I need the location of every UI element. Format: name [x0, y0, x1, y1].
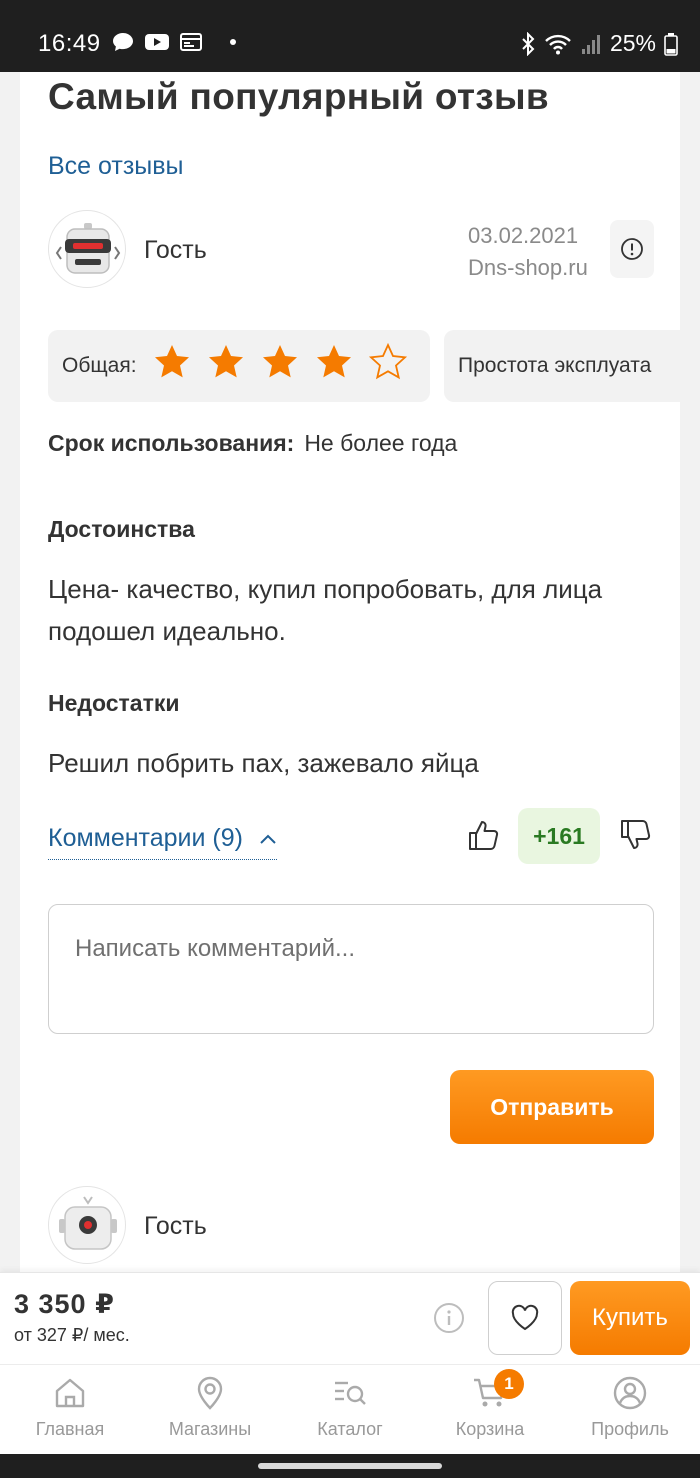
calendar-icon [180, 33, 202, 51]
signal-icon [581, 34, 600, 54]
comment-author-name[interactable]: Гость [144, 1212, 207, 1241]
comments-toggle[interactable]: Комментарии (9) [48, 824, 277, 860]
chevron-up-icon [260, 834, 276, 844]
pros-text: Цена- качество, купил попробовать, для л… [48, 574, 603, 646]
nav-cart[interactable]: 1 Корзина [420, 1365, 560, 1454]
avatar [48, 210, 126, 288]
review-date: 03.02.2021 [468, 223, 579, 248]
report-button[interactable] [610, 220, 654, 278]
nav-stores-label: Магазины [168, 1419, 252, 1439]
nav-cart-label: Корзина [455, 1419, 525, 1439]
heart-icon [511, 1304, 539, 1331]
nav-profile[interactable]: Профиль [560, 1365, 700, 1454]
vote-count: +161 [518, 808, 600, 864]
bottom-nav: Главная Магазины Каталог 1 Корзина Профи… [0, 1364, 700, 1454]
bluetooth-icon [522, 31, 535, 56]
usage-value: Не более года [304, 430, 458, 456]
purchase-bar: 3 350 ₽ от 327 ₽/ мес. Купить [0, 1272, 700, 1364]
nav-home[interactable]: Главная [0, 1365, 140, 1454]
ease-of-use-label: Простота эксплуата [458, 354, 652, 377]
home-icon [55, 1378, 85, 1408]
star-filled-icon [317, 345, 351, 378]
robot-avatar-icon [55, 223, 121, 274]
info-icon[interactable] [432, 1301, 466, 1335]
battery-icon [664, 32, 678, 56]
star-filled-icon [155, 345, 189, 378]
map-pin-icon [197, 1376, 223, 1410]
nav-stores[interactable]: Магазины [140, 1365, 280, 1454]
chat-icon [113, 33, 133, 51]
comment-avatar [48, 1186, 126, 1264]
star-filled-icon [209, 345, 243, 378]
product-price: 3 350 ₽ [14, 1289, 115, 1319]
notification-dot [230, 39, 236, 45]
wishlist-button[interactable] [488, 1281, 562, 1355]
pros-title: Достоинства [48, 516, 195, 542]
wifi-icon [545, 34, 571, 54]
overall-rating-label: Общая: [62, 354, 137, 377]
usage-label: Срок использования: [48, 430, 295, 456]
overall-rating: Общая: [48, 330, 430, 402]
all-reviews-link[interactable]: Все отзывы [48, 152, 184, 181]
cons-text: Решил побрить пах, зажевало яйца [48, 748, 479, 778]
rating-stars [152, 342, 408, 382]
send-comment-button[interactable]: Отправить [450, 1070, 654, 1144]
usage-period: Срок использования: Не более года [48, 430, 457, 457]
nav-catalog-label: Каталог [317, 1419, 383, 1439]
robot-avatar-icon [59, 1196, 117, 1250]
review-source: Dns-shop.ru [468, 255, 588, 280]
profile-icon [613, 1376, 647, 1410]
star-empty-icon [368, 342, 408, 380]
catalog-search-icon [335, 1381, 366, 1405]
review-card: Самый популярный отзыв Все отзывы Гость … [20, 72, 680, 1272]
comments-link-label: Комментарии (9) [48, 824, 243, 852]
cart-badge: 1 [494, 1369, 524, 1399]
ease-of-use-rating: Простота эксплуата [444, 330, 680, 402]
cons-title: Недостатки [48, 690, 180, 716]
status-bar: 16:49 25% [0, 0, 700, 72]
home-gesture-handle[interactable] [258, 1463, 442, 1469]
nav-profile-label: Профиль [591, 1419, 669, 1439]
section-title: Самый популярный отзыв [48, 76, 549, 117]
thumbs-down-icon[interactable] [618, 818, 652, 852]
author-name[interactable]: Гость [144, 236, 207, 265]
credit-offer: от 327 ₽/ мес. [14, 1325, 130, 1345]
buy-button[interactable]: Купить [570, 1281, 690, 1355]
nav-home-label: Главная [35, 1419, 105, 1439]
comment-input[interactable] [48, 904, 654, 1034]
review-meta: 03.02.2021 Dns-shop.ru [468, 220, 588, 284]
battery-percent: 25% [609, 30, 656, 56]
youtube-icon [145, 34, 169, 50]
nav-catalog[interactable]: Каталог [280, 1365, 420, 1454]
star-filled-icon [263, 345, 297, 378]
status-time: 16:49 [38, 30, 101, 57]
gesture-bar [0, 1454, 700, 1478]
exclamation-circle-icon [621, 238, 643, 260]
thumbs-up-icon[interactable] [466, 818, 500, 852]
